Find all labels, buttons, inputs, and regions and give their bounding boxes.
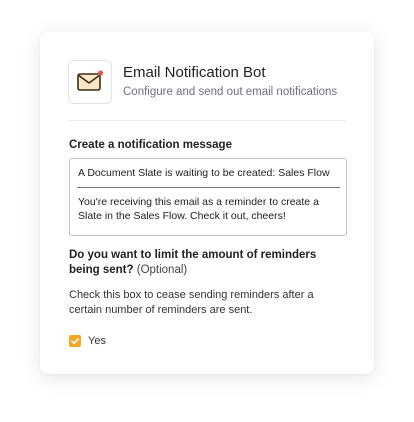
limit-question: Do you want to limit the amount of remin… xyxy=(69,248,339,278)
limit-help-text: Check this box to cease sending reminder… xyxy=(69,289,314,316)
app-icon-box xyxy=(68,60,112,104)
message-section-label: Create a notification message xyxy=(69,139,232,151)
checkbox-label: Yes xyxy=(88,335,106,347)
checkbox-checked-icon[interactable] xyxy=(69,335,81,347)
card-header: Email Notification Bot Configure and sen… xyxy=(68,60,346,121)
optional-tag: (Optional) xyxy=(136,264,188,276)
subject-divider xyxy=(77,187,340,188)
envelope-icon xyxy=(77,70,104,91)
bot-config-card: Email Notification Bot Configure and sen… xyxy=(40,32,374,374)
message-body-field[interactable]: You're receiving this email as a reminde… xyxy=(78,195,323,223)
limit-question-text: Do you want to limit the amount of remin… xyxy=(69,249,317,276)
notification-message-editor[interactable]: A Document Slate is waiting to be create… xyxy=(69,158,347,236)
limit-reminders-checkbox[interactable]: Yes xyxy=(69,334,106,348)
message-subject-field[interactable]: A Document Slate is waiting to be create… xyxy=(78,167,330,179)
notification-dot-icon xyxy=(97,70,104,76)
checkmark-icon xyxy=(71,338,79,345)
app-subtitle: Configure and send out email notificatio… xyxy=(123,86,338,98)
app-title: Email Notification Bot xyxy=(123,64,266,81)
